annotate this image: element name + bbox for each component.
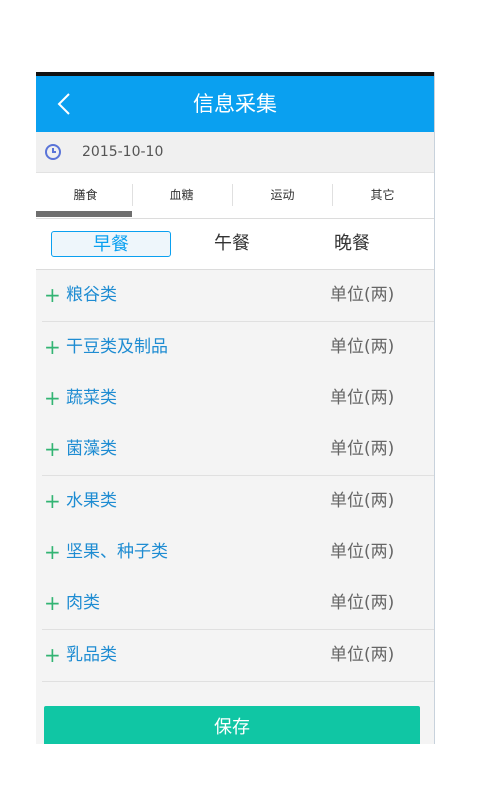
date-bar[interactable]: 2015-10-10 [36,132,434,173]
plus-icon: + [44,591,61,615]
unit-label: 单位(两) [330,542,395,562]
unit-label: 单位(两) [330,285,395,305]
date-text: 2015-10-10 [82,144,164,160]
meal-breakfast[interactable]: 早餐 [51,231,171,257]
chevron-left-icon [57,93,70,115]
unit-label: 单位(两) [330,388,395,408]
plus-icon: + [44,489,61,513]
tab-blood-sugar[interactable]: 血糖 [132,173,231,218]
food-group-label: 菌藻类 [66,439,117,459]
food-group-label: 干豆类及制品 [66,337,168,357]
plus-icon: + [44,386,61,410]
tab-exercise[interactable]: 运动 [233,173,332,218]
clock-icon [45,144,61,160]
food-group-label: 粮谷类 [66,285,117,305]
save-button[interactable]: 保存 [44,706,420,744]
list-item[interactable]: + 干豆类及制品 单位(两) [42,322,434,374]
list-item[interactable]: + 菌藻类 单位(两) [42,424,434,476]
food-group-label: 坚果、种子类 [66,542,168,562]
active-tab-indicator [36,211,132,217]
food-group-label: 肉类 [66,593,100,613]
list-item[interactable]: + 粮谷类 单位(两) [42,270,434,322]
list-item[interactable]: + 乳品类 单位(两) [42,630,434,682]
unit-label: 单位(两) [330,645,395,665]
unit-label: 单位(两) [330,491,395,511]
app-screen: 信息采集 2015-10-10 膳食 血糖 运动 其它 早餐 午餐 晚餐 + 粮… [36,72,435,744]
food-group-label: 蔬菜类 [66,388,117,408]
category-tabs: 膳食 血糖 运动 其它 [36,173,434,219]
plus-icon: + [44,437,61,461]
app-bar: 信息采集 [36,76,434,132]
list-item[interactable]: + 水果类 单位(两) [42,476,434,528]
plus-icon: + [44,540,61,564]
meal-dinner[interactable]: 晚餐 [292,231,412,257]
plus-icon: + [44,283,61,307]
food-group-list: + 粮谷类 单位(两) + 干豆类及制品 单位(两) + 蔬菜类 单位(两) +… [42,270,434,690]
food-group-label: 乳品类 [66,645,117,665]
unit-label: 单位(两) [330,337,395,357]
back-button[interactable] [46,86,82,122]
list-item[interactable]: + 肉类 单位(两) [42,578,434,630]
food-group-label: 水果类 [66,491,117,511]
unit-label: 单位(两) [330,593,395,613]
meal-lunch[interactable]: 午餐 [172,231,292,257]
page-title: 信息采集 [193,92,277,116]
meal-selector: 早餐 午餐 晚餐 [36,219,434,270]
tab-other[interactable]: 其它 [333,173,432,218]
list-item[interactable]: + 坚果、种子类 单位(两) [42,527,434,579]
list-item[interactable]: + 蔬菜类 单位(两) [42,373,434,425]
unit-label: 单位(两) [330,439,395,459]
plus-icon: + [44,643,61,667]
plus-icon: + [44,335,61,359]
